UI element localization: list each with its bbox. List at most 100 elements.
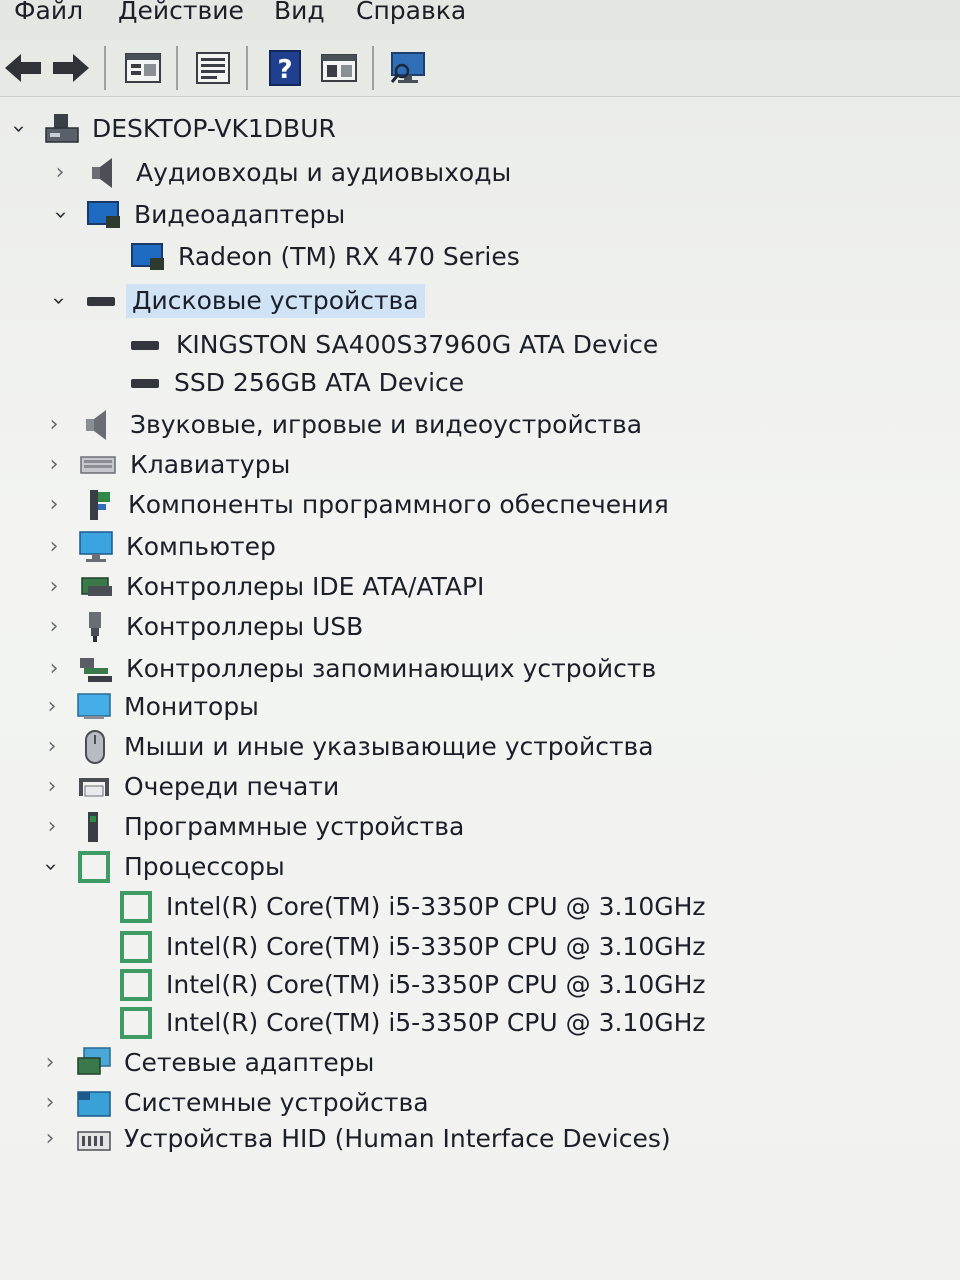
tree-item-audio-io[interactable]: › Аудиовходы и аудиовыходы	[0, 154, 960, 194]
collapsed-chevron-icon[interactable]: ›	[42, 410, 66, 440]
processor-icon	[120, 891, 152, 923]
expanded-chevron-icon[interactable]: ›	[35, 855, 65, 879]
tree-item-label: Аудиовходы и аудиовыходы	[136, 158, 512, 187]
view-button[interactable]	[318, 48, 360, 88]
menu-bar: Файл Действие Вид Справка	[0, 0, 960, 40]
tree-item-label: Мыши и иные указывающие устройства	[124, 732, 654, 761]
processor-icon	[120, 931, 152, 963]
properties-icon	[125, 53, 161, 83]
collapsed-chevron-icon[interactable]: ›	[38, 1124, 62, 1154]
tree-item-cpu[interactable]: Intel(R) Core(TM) i5-3350P CPU @ 3.10GHz	[0, 888, 960, 928]
tree-item-sound[interactable]: › Звуковые, игровые и видеоустройства	[0, 406, 960, 446]
toolbar-separator	[372, 46, 374, 90]
keyboard-icon	[80, 456, 116, 474]
tree-item-hid[interactable]: › Устройства HID (Human Interface Device…	[0, 1120, 960, 1160]
expanded-chevron-icon[interactable]: ›	[45, 203, 75, 227]
collapsed-chevron-icon[interactable]: ›	[42, 572, 66, 602]
processor-icon	[120, 1007, 152, 1039]
tree-item-video-adapters[interactable]: › Видеоадаптеры	[0, 196, 960, 236]
tree-item-software-components[interactable]: › Компоненты программного обеспечения	[0, 486, 960, 526]
tree-item-label: Сетевые адаптеры	[124, 1048, 375, 1077]
tree-item-usb[interactable]: › Контроллеры USB	[0, 608, 960, 648]
root-label: DESKTOP-VK1DBUR	[92, 114, 336, 143]
tree-item-computer[interactable]: › Компьютер	[0, 528, 960, 568]
tree-item-disk-drives[interactable]: › Дисковые устройства	[0, 282, 960, 322]
menu-view[interactable]: Вид	[270, 0, 329, 25]
tree-item-label: Компоненты программного обеспечения	[128, 490, 669, 519]
device-manager-window: Файл Действие Вид Справка ? › DESKTOP-VK…	[0, 0, 960, 1280]
tree-item-label: Intel(R) Core(TM) i5-3350P CPU @ 3.10GHz	[166, 1008, 706, 1037]
tree-item-cpu[interactable]: Intel(R) Core(TM) i5-3350P CPU @ 3.10GHz	[0, 966, 960, 1006]
tree-item-label: Видеоадаптеры	[134, 200, 346, 229]
tree-item-label: Контроллеры IDE ATA/ATAPI	[126, 572, 485, 601]
system-device-icon	[77, 1091, 111, 1117]
collapsed-chevron-icon[interactable]: ›	[40, 732, 64, 762]
tree-item-disk-2[interactable]: SSD 256GB ATA Device	[0, 364, 960, 404]
tree-root[interactable]: › DESKTOP-VK1DBUR	[0, 110, 960, 150]
tree-item-mice[interactable]: › Мыши и иные указывающие устройства	[0, 728, 960, 768]
tree-item-label: Очереди печати	[124, 772, 340, 801]
forward-button[interactable]	[50, 48, 92, 88]
update-driver-button[interactable]	[192, 48, 234, 88]
collapsed-chevron-icon[interactable]: ›	[38, 1088, 62, 1118]
tree-item-ide[interactable]: › Контроллеры IDE ATA/ATAPI	[0, 568, 960, 608]
network-adapter-icon	[77, 1047, 111, 1075]
monitor-icon	[77, 693, 111, 719]
tree-item-gpu[interactable]: Radeon (TM) RX 470 Series	[0, 238, 960, 278]
software-device-icon	[88, 812, 98, 842]
properties-button[interactable]	[122, 48, 164, 88]
menu-file[interactable]: Файл	[10, 0, 87, 25]
tree-item-storage-controllers[interactable]: › Контроллеры запоминающих устройств	[0, 650, 960, 690]
tree-item-keyboards[interactable]: › Клавиатуры	[0, 446, 960, 486]
expanded-chevron-icon[interactable]: ›	[3, 117, 33, 141]
collapsed-chevron-icon[interactable]: ›	[42, 532, 66, 562]
collapsed-chevron-icon[interactable]: ›	[40, 772, 64, 802]
tree-item-label: Клавиатуры	[130, 450, 291, 479]
tree-item-cpu[interactable]: Intel(R) Core(TM) i5-3350P CPU @ 3.10GHz	[0, 1004, 960, 1044]
tree-item-monitors[interactable]: › Мониторы	[0, 688, 960, 728]
tree-item-label: Процессоры	[124, 852, 285, 881]
help-icon: ?	[269, 50, 301, 86]
disk-drive-icon	[131, 379, 159, 388]
disk-drive-icon	[131, 341, 159, 350]
collapsed-chevron-icon[interactable]: ›	[42, 612, 66, 642]
tree-item-processors[interactable]: › Процессоры	[0, 848, 960, 888]
collapsed-chevron-icon[interactable]: ›	[40, 692, 64, 722]
tree-item-label: Контроллеры USB	[126, 612, 364, 641]
computer-root-icon	[45, 114, 79, 143]
back-button[interactable]	[2, 48, 44, 88]
collapsed-chevron-icon[interactable]: ›	[38, 1048, 62, 1078]
menu-help[interactable]: Справка	[352, 0, 470, 25]
tree-item-cpu[interactable]: Intel(R) Core(TM) i5-3350P CPU @ 3.10GHz	[0, 928, 960, 968]
tree-item-system[interactable]: › Системные устройства	[0, 1084, 960, 1124]
tree-item-label: KINGSTON SA400S37960G ATA Device	[176, 330, 659, 359]
collapsed-chevron-icon[interactable]: ›	[40, 812, 64, 842]
collapsed-chevron-icon[interactable]: ›	[42, 450, 66, 480]
hid-icon	[77, 1131, 111, 1151]
toolbar-separator	[176, 46, 178, 90]
tree-item-label: Мониторы	[124, 692, 259, 721]
monitor-icon	[79, 531, 113, 562]
tree-item-label: Intel(R) Core(TM) i5-3350P CPU @ 3.10GHz	[166, 970, 706, 999]
collapsed-chevron-icon[interactable]: ›	[42, 654, 66, 684]
disk-drive-icon	[87, 297, 115, 306]
collapsed-chevron-icon[interactable]: ›	[48, 158, 72, 188]
tree-item-label: Radeon (TM) RX 470 Series	[178, 242, 520, 271]
tree-item-label: Звуковые, игровые и видеоустройства	[130, 410, 643, 439]
menu-action[interactable]: Действие	[114, 0, 248, 25]
tree-item-disk-1[interactable]: KINGSTON SA400S37960G ATA Device	[0, 326, 960, 366]
tree-item-print-queues[interactable]: › Очереди печати	[0, 768, 960, 808]
display-adapter-icon	[87, 201, 120, 228]
scan-hardware-icon	[390, 52, 425, 83]
help-button[interactable]: ?	[264, 48, 306, 88]
usb-icon	[89, 612, 101, 642]
expanded-chevron-icon[interactable]: ›	[43, 289, 73, 313]
storage-controller-icon	[80, 658, 112, 682]
toolbar-separator	[246, 46, 248, 90]
scan-hardware-button[interactable]	[388, 48, 430, 88]
tree-item-label: Программные устройства	[124, 812, 465, 841]
update-driver-icon	[196, 52, 230, 84]
tree-item-network[interactable]: › Сетевые адаптеры	[0, 1044, 960, 1084]
collapsed-chevron-icon[interactable]: ›	[42, 490, 66, 520]
tree-item-software-devices[interactable]: › Программные устройства	[0, 808, 960, 848]
